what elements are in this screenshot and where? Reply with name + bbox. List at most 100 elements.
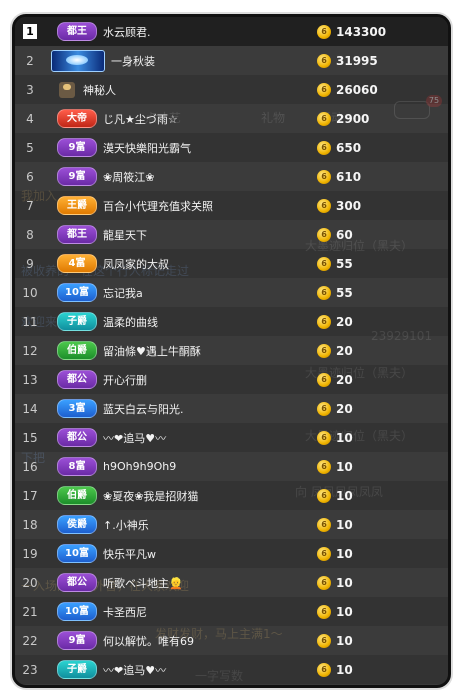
user-name: 忘记我a	[103, 286, 143, 300]
rank-number: 16	[22, 459, 38, 474]
leaderboard-row[interactable]: 6 9富 ❀周筱江❀ 6 610	[15, 162, 448, 191]
user-name: 漠天快樂阳光霸气	[103, 141, 191, 155]
leaderboard-row[interactable]: 8 都王 龍星天下 6 60	[15, 220, 448, 249]
coin-icon: 6	[317, 256, 331, 271]
coin-icon: 6	[317, 140, 331, 155]
leaderboard-row[interactable]: 7 王爵 百合小代理充值求关照 6 300	[15, 191, 448, 220]
leaderboard-row[interactable]: 20 都公 听歌ベ斗地主👱 6 10	[15, 568, 448, 597]
leaderboard-row[interactable]: 19 10富 快乐平凡w 6 10	[15, 539, 448, 568]
leaderboard-row[interactable]: 13 都公 开心行删 6 20	[15, 365, 448, 394]
rank-number: 10	[22, 285, 38, 300]
leaderboard-row[interactable]: 11 子爵 温柔的曲线 6 20	[15, 307, 448, 336]
coin-icon: 6	[317, 285, 331, 300]
rank-badge: 都公	[57, 573, 97, 592]
coin-score: 10	[336, 430, 353, 445]
leaderboard-panel: 点才艺 礼物 活动 75 我加入被收养的一在这个行人标记走过大墨迹归位（黑夫）欢…	[12, 14, 451, 688]
coin-score: 10	[336, 662, 353, 677]
rank-number: 12	[22, 343, 38, 358]
rank-badge: 3富	[57, 399, 97, 418]
user-name: 留油條♥遇上牛酮酥	[103, 344, 201, 358]
rank-badge: 都公	[57, 428, 97, 447]
rank-number: 9	[26, 256, 34, 271]
leaderboard-row[interactable]: 15 都公 〰❤追马♥〰 6 10	[15, 423, 448, 452]
coin-icon: 6	[317, 343, 331, 358]
leaderboard-row[interactable]: 16 8富 h9Oh9h9Oh9 6 10	[15, 452, 448, 481]
coin-icon: 6	[317, 575, 331, 590]
coin-icon: 6	[317, 198, 331, 213]
user-name: ↑.小神乐	[103, 518, 149, 532]
rank-badge: 都王	[57, 22, 97, 41]
rank-badge: 大帝	[57, 109, 97, 128]
rank-number: 20	[22, 575, 38, 590]
user-name: 凤凤家的大叔	[103, 257, 169, 271]
leaderboard-row[interactable]: 22 9富 何以解忧。唯有69 6 10	[15, 626, 448, 655]
rank-badge: 8富	[57, 457, 97, 476]
leaderboard-row[interactable]: 2 一身秋装 6 31995	[15, 46, 448, 75]
leaderboard-row[interactable]: 21 10富 卡圣西尼 6 10	[15, 597, 448, 626]
coin-score: 31995	[336, 53, 378, 68]
coin-score: 20	[336, 314, 353, 329]
coin-icon: 6	[317, 24, 331, 39]
leaderboard-row[interactable]: 10 10富 忘记我a 6 55	[15, 278, 448, 307]
rank-badge: 10富	[57, 283, 97, 302]
user-name: 水云顾君.	[103, 25, 151, 39]
coin-icon: 6	[317, 111, 331, 126]
coin-icon: 6	[317, 459, 331, 474]
rank-badge: 伯爵	[57, 341, 97, 360]
rank-badge: 侯爵	[57, 515, 97, 534]
user-name: 一身秋装	[111, 54, 155, 68]
coin-icon: 6	[317, 372, 331, 387]
leaderboard-row[interactable]: 14 3富 蓝天白云与阳光. 6 20	[15, 394, 448, 423]
rank-number: 4	[26, 111, 34, 126]
rank-badge: 伯爵	[57, 486, 97, 505]
coin-icon: 6	[317, 430, 331, 445]
leaderboard-row[interactable]: 1 都王 水云顾君. 6 143300	[15, 17, 448, 46]
coin-icon: 6	[317, 604, 331, 619]
rank-number: 7	[26, 198, 34, 213]
user-name: 何以解忧。唯有69	[103, 634, 194, 648]
coin-score: 10	[336, 517, 353, 532]
coin-score: 55	[336, 285, 353, 300]
leaderboard-row[interactable]: 23 子爵 〰❤追马♥〰 6 10	[15, 655, 448, 684]
user-name: 〰❤追马♥〰	[103, 663, 167, 677]
leaderboard-row[interactable]: 18 侯爵 ↑.小神乐 6 10	[15, 510, 448, 539]
leaderboard-row[interactable]: 5 9富 漠天快樂阳光霸气 6 650	[15, 133, 448, 162]
leaderboard-row[interactable]: 9 4富 凤凤家的大叔 6 55	[15, 249, 448, 278]
rank-number: 6	[26, 169, 34, 184]
rank-badge: 10富	[57, 602, 97, 621]
rank-number: 15	[22, 430, 38, 445]
coin-score: 60	[336, 227, 353, 242]
user-name: 百合小代理充值求关照	[103, 199, 213, 213]
rank-number: 17	[22, 488, 38, 503]
coin-score: 20	[336, 343, 353, 358]
user-name: 神秘人	[83, 83, 116, 97]
user-name: ❀夏夜❀我是招财猫	[103, 489, 199, 503]
coin-score: 10	[336, 488, 353, 503]
coin-score: 20	[336, 401, 353, 416]
coin-icon: 6	[317, 662, 331, 677]
user-name: 龍星天下	[103, 228, 147, 242]
rank-number: 5	[26, 140, 34, 155]
rank-number: 8	[26, 227, 34, 242]
coin-score: 20	[336, 372, 353, 387]
mystery-user-icon	[59, 81, 75, 98]
coin-score: 10	[336, 575, 353, 590]
coin-score: 10	[336, 633, 353, 648]
coin-icon: 6	[317, 82, 331, 97]
rank-badge: 9富	[57, 631, 97, 650]
rank-number: 11	[22, 314, 38, 329]
leaderboard-row[interactable]: 17 伯爵 ❀夏夜❀我是招财猫 6 10	[15, 481, 448, 510]
user-name: ❀周筱江❀	[103, 170, 155, 184]
rank-number: 14	[22, 401, 38, 416]
coin-score: 10	[336, 546, 353, 561]
coin-score: 650	[336, 140, 362, 155]
leaderboard-row[interactable]: 3 神秘人 6 26060	[15, 75, 448, 104]
rank-number: 18	[22, 517, 38, 532]
coin-score: 10	[336, 459, 353, 474]
rank-number: 3	[26, 82, 34, 97]
user-name: 听歌ベ斗地主👱	[103, 576, 183, 590]
coin-icon: 6	[317, 633, 331, 648]
rank-badge: 9富	[57, 167, 97, 186]
leaderboard-row[interactable]: 4 大帝 じ凡★尘づ雨☆ 6 2900	[15, 104, 448, 133]
leaderboard-row[interactable]: 12 伯爵 留油條♥遇上牛酮酥 6 20	[15, 336, 448, 365]
